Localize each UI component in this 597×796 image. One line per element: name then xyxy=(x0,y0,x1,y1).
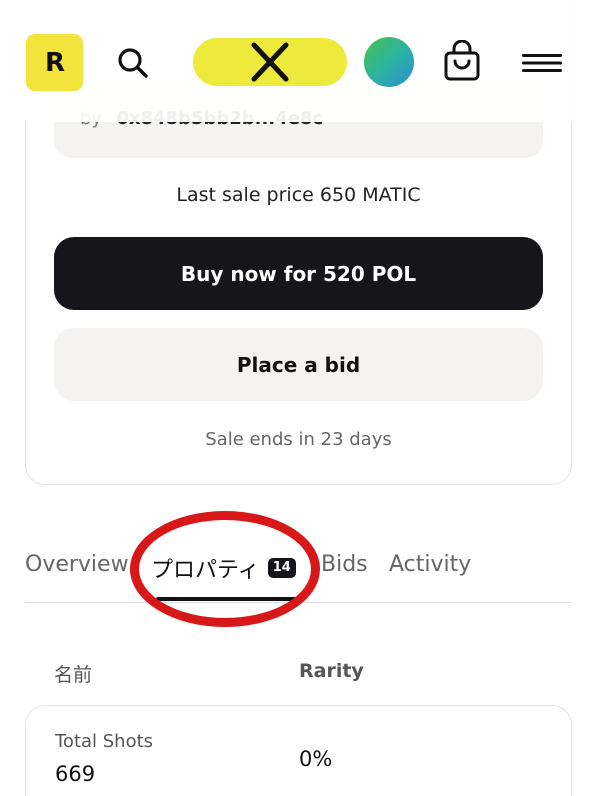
property-value: 669 xyxy=(55,762,96,786)
tab-bids[interactable]: Bids xyxy=(321,552,368,577)
tab-activity[interactable]: Activity xyxy=(389,552,471,577)
x-network-button[interactable] xyxy=(193,38,347,86)
sale-ends-text: Sale ends in 23 days xyxy=(205,429,392,450)
search-icon[interactable] xyxy=(116,46,150,80)
shopping-bag-icon[interactable] xyxy=(443,39,481,82)
property-rarity: 0% xyxy=(299,747,333,771)
place-bid-button[interactable]: Place a bid xyxy=(54,328,543,401)
avatar[interactable] xyxy=(364,37,414,87)
tab-properties[interactable]: プロパティ 14 xyxy=(151,552,296,584)
buy-now-button[interactable]: Buy now for 520 POL xyxy=(54,237,543,310)
tab-overview[interactable]: Overview xyxy=(25,552,129,577)
column-header-rarity: Rarity xyxy=(299,660,364,682)
property-label: Total Shots xyxy=(55,731,154,752)
tabs-divider xyxy=(25,602,572,603)
active-tab-indicator xyxy=(156,597,299,601)
logo-letter: R xyxy=(44,47,65,78)
last-sale-price: Last sale price 650 MATIC xyxy=(176,184,421,206)
top-nav: R xyxy=(0,0,597,122)
detail-tabs: Overview プロパティ 14 Bids Activity xyxy=(25,552,572,602)
tab-properties-label: プロパティ xyxy=(151,558,260,583)
column-header-name: 名前 xyxy=(54,664,93,686)
menu-icon[interactable] xyxy=(522,52,562,74)
rarible-logo[interactable]: R xyxy=(26,34,83,91)
x-logo-icon xyxy=(251,42,289,82)
properties-count-badge: 14 xyxy=(267,558,296,578)
